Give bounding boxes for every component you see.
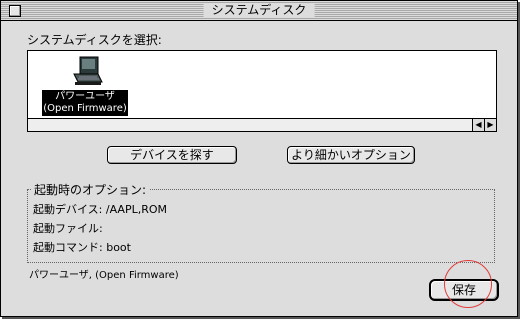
computer-icon <box>73 56 103 85</box>
window-shadow-bottom <box>2 317 520 319</box>
boot-command-label: 起動コマンド: <box>33 241 103 254</box>
find-device-button[interactable]: デバイスを探す <box>107 146 237 164</box>
boot-command-row: 起動コマンド: boot <box>33 239 131 255</box>
horizontal-scrollbar[interactable]: ◀ ▶ <box>28 118 496 131</box>
selected-disk-status: パワーユーザ, (Open Firmware) <box>29 270 179 281</box>
scroll-right-icon[interactable]: ▶ <box>484 119 496 131</box>
disk-list[interactable]: パワーユーザ (Open Firmware) ◀ ▶ <box>27 50 497 132</box>
disk-name-line1: パワーユーザ <box>55 91 115 102</box>
save-button[interactable]: 保存 <box>429 279 499 301</box>
select-disk-label: システムディスクを選択: <box>27 33 162 47</box>
window-shadow-right <box>518 2 520 319</box>
window-title: システムディスク <box>203 3 315 18</box>
title-bar[interactable]: システムディスク <box>1 1 517 21</box>
close-box[interactable] <box>9 5 21 17</box>
scroll-left-icon[interactable]: ◀ <box>472 119 484 131</box>
boot-options-title: 起動時のオプション: <box>31 181 150 198</box>
disk-name-line2: (Open Firmware) <box>43 103 127 114</box>
boot-file-row: 起動ファイル: <box>33 220 103 236</box>
boot-device-value: /AAPL,ROM <box>105 203 168 216</box>
more-options-button[interactable]: より細かいオプション <box>287 146 415 164</box>
disk-item-power-user[interactable]: パワーユーザ (Open Firmware) <box>42 54 128 116</box>
boot-device-label: 起動デバイス: <box>33 203 103 216</box>
boot-device-row: 起動デバイス: /AAPL,ROM <box>33 201 167 217</box>
boot-command-value: boot <box>106 241 131 254</box>
boot-file-label: 起動ファイル: <box>33 222 103 235</box>
system-disk-window: システムディスク システムディスクを選択: パワーユーザ (Open Firmw… <box>0 0 518 317</box>
disk-name-label: パワーユーザ (Open Firmware) <box>42 90 128 116</box>
